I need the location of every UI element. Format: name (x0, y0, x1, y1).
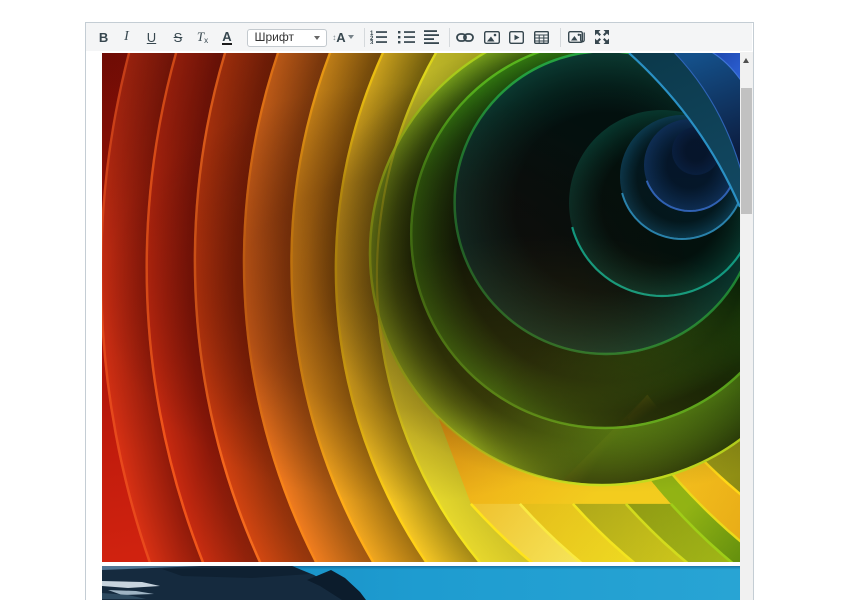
svg-text:3: 3 (370, 41, 374, 44)
